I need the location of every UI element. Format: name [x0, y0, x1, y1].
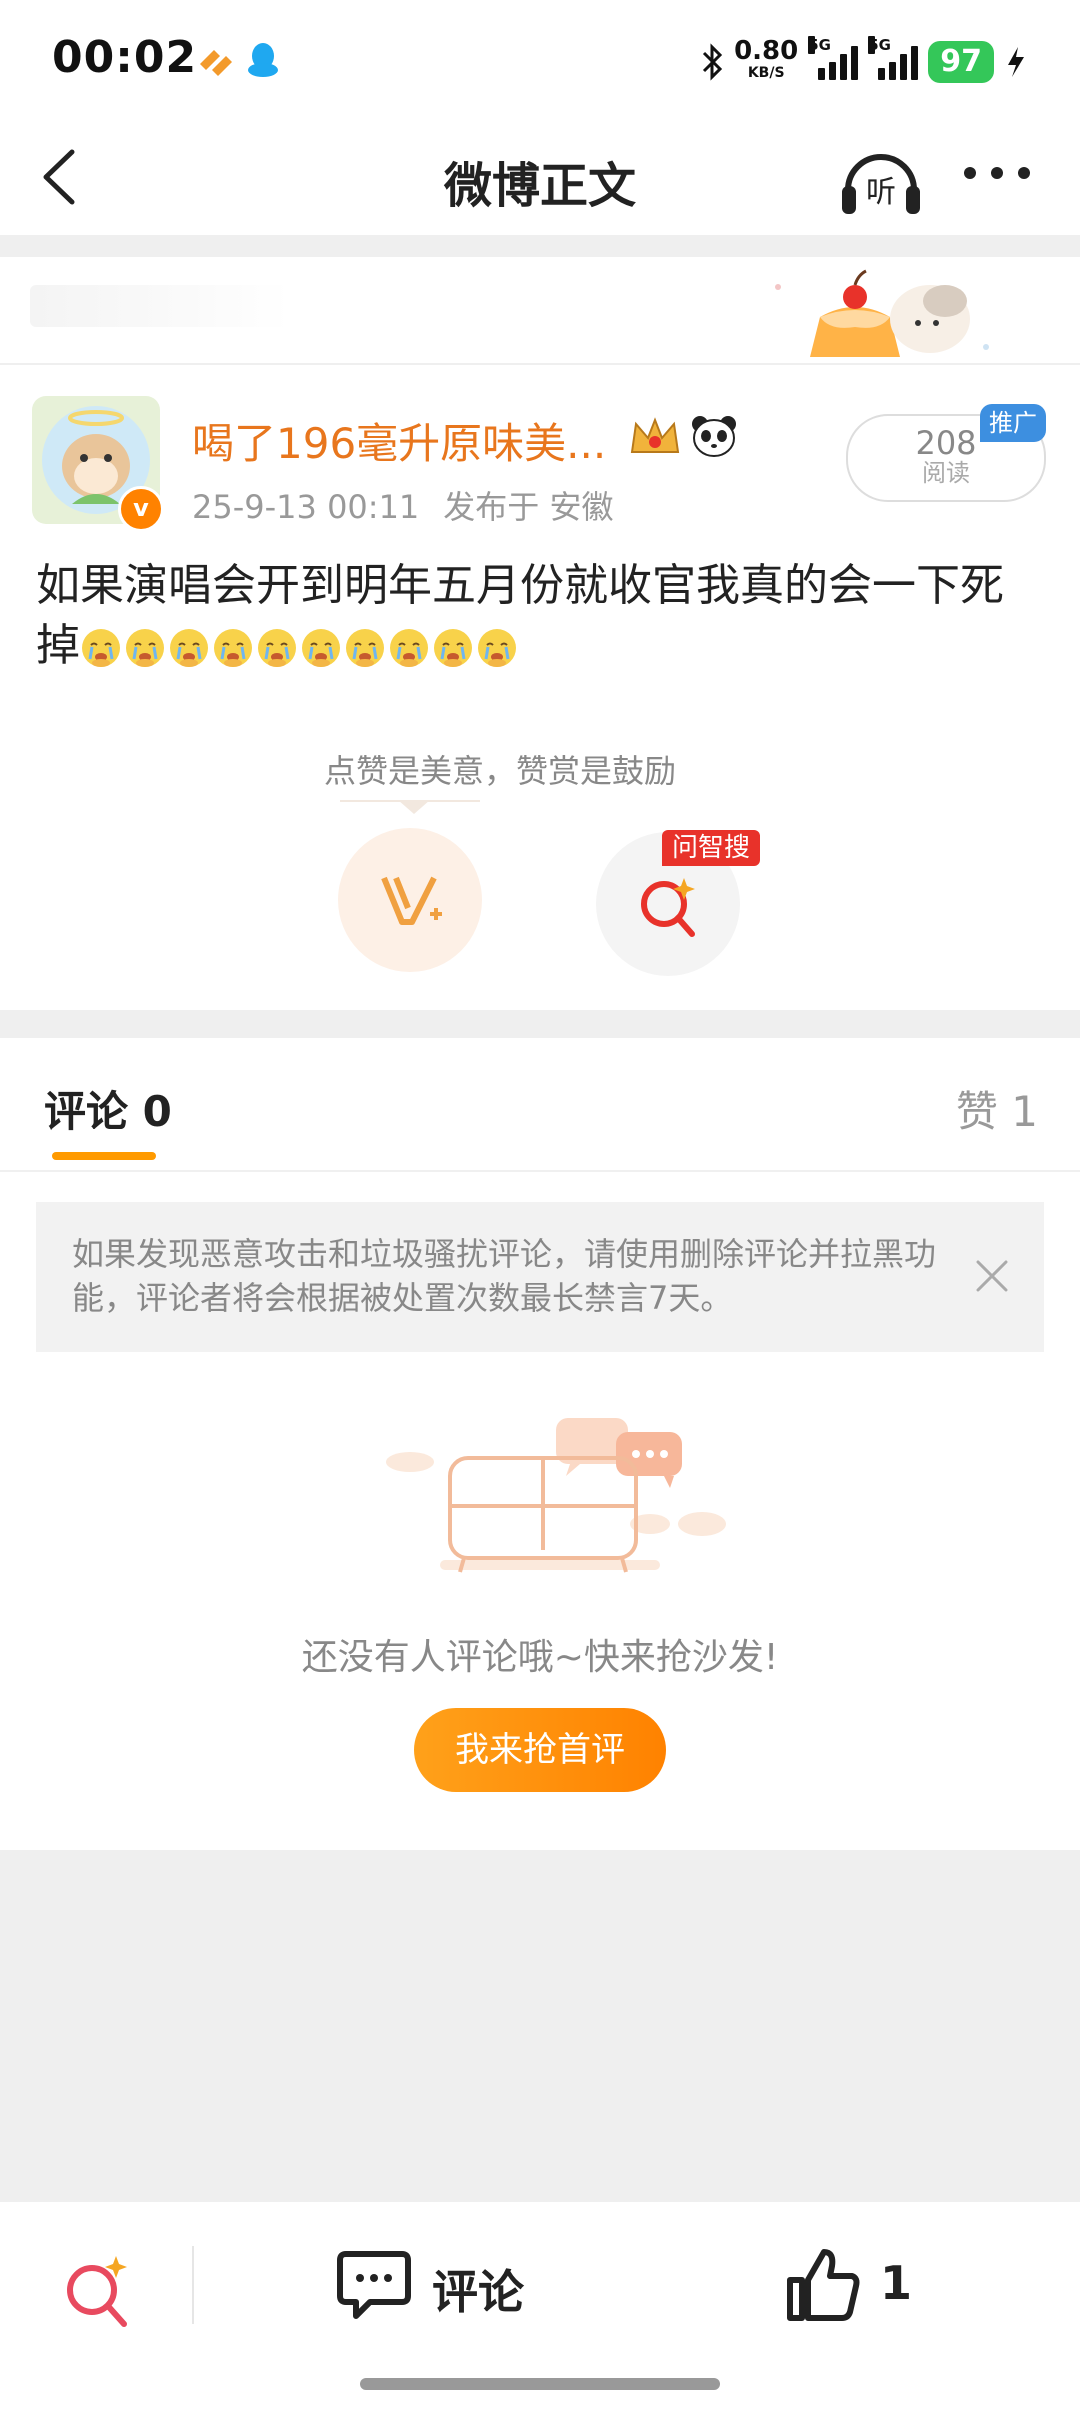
moderation-notice: 如果发现恶意攻击和垃圾骚扰评论，请使用删除评论并拉黑功能，评论者将会根据被处置次… — [36, 1202, 1044, 1352]
section-divider — [0, 235, 1080, 257]
close-icon[interactable] — [972, 1256, 1012, 1296]
verified-badge: v — [118, 486, 164, 532]
listen-headphones-icon[interactable]: 听 — [838, 138, 924, 224]
charging-icon — [1008, 47, 1024, 77]
section-divider — [0, 1010, 1080, 1038]
reward-tip: 点赞是美意，赞赏是鼓励 — [323, 752, 676, 790]
reward-v-icon — [381, 876, 442, 925]
tab-likes[interactable]: 赞 1 — [956, 1078, 1038, 1139]
username[interactable]: 喝了196毫升原味美... — [192, 410, 606, 471]
signal-icon: 5G — [808, 36, 859, 80]
empty-background — [0, 1850, 1080, 2202]
ai-search-icon[interactable] — [58, 2250, 138, 2330]
crying-emoji-icon — [346, 629, 384, 667]
crying-emoji-icon — [434, 629, 472, 667]
bottom-action-bar: 评论 1 — [0, 2202, 1080, 2412]
promote-badge[interactable]: 推广 — [980, 404, 1046, 442]
first-comment-button[interactable]: 我来抢首评 — [414, 1708, 666, 1792]
app-notification-icon — [200, 50, 232, 76]
post-meta: 25-9-13 00:11 发布于 安徽 — [192, 482, 637, 528]
blurred-text — [30, 285, 290, 327]
signal-icon: 5G — [868, 36, 919, 80]
status-time: 00:02 — [52, 32, 198, 83]
ask-badge: 问智搜 — [662, 830, 761, 866]
reward-button[interactable] — [338, 828, 482, 972]
panda-icon — [692, 416, 736, 457]
read-label: 阅读 — [922, 459, 970, 487]
comment-label[interactable]: 评论 — [432, 2256, 524, 2322]
bluetooth-icon — [703, 43, 723, 81]
more-options-icon[interactable] — [962, 160, 1032, 186]
emoji-row — [80, 627, 518, 669]
status-bar: 00:02 0.80 KB/S 5G 5G 97 — [0, 0, 1080, 120]
crown-badge-icon — [630, 417, 680, 453]
crying-emoji-icon — [258, 629, 296, 667]
crying-emoji-icon — [214, 629, 252, 667]
tab-comments[interactable]: 评论 0 — [44, 1078, 172, 1139]
post-content: 如果演唱会开到明年五月份就收官我真的会一下死掉 — [36, 556, 1046, 676]
crying-emoji-icon — [478, 629, 516, 667]
active-tab-indicator — [52, 1152, 156, 1160]
crying-emoji-icon — [390, 629, 428, 667]
crying-emoji-icon — [126, 629, 164, 667]
network-speed: 0.80 KB/S — [734, 36, 799, 81]
crying-emoji-icon — [302, 629, 340, 667]
top-nav-bar: 微博正文 听 — [0, 120, 1080, 235]
separator — [192, 2246, 194, 2324]
like-count: 1 — [880, 2256, 913, 2310]
tab-divider — [0, 1170, 1080, 1172]
comment-bubble-icon[interactable] — [334, 2244, 414, 2324]
post-timestamp: 25-9-13 00:11 — [192, 488, 420, 526]
empty-sofa-illustration — [386, 1418, 726, 1573]
tip-caret — [398, 800, 430, 814]
pudding-cat-illustration — [775, 269, 989, 357]
battery-indicator: 97 — [928, 41, 994, 83]
decorative-banner — [0, 257, 1080, 365]
thumbs-up-icon[interactable] — [784, 2244, 864, 2324]
post-location: 发布于 安徽 — [443, 488, 614, 526]
qq-icon — [248, 43, 278, 77]
home-indicator[interactable] — [360, 2378, 720, 2390]
crying-emoji-icon — [170, 629, 208, 667]
empty-comments-text: 还没有人评论哦~快来抢沙发! — [301, 1637, 779, 1678]
crying-emoji-icon — [82, 629, 120, 667]
svg-text:听: 听 — [866, 175, 896, 210]
notice-text: 如果发现恶意攻击和垃圾骚扰评论，请使用删除评论并拉黑功能，评论者将会根据被处置次… — [72, 1235, 937, 1317]
